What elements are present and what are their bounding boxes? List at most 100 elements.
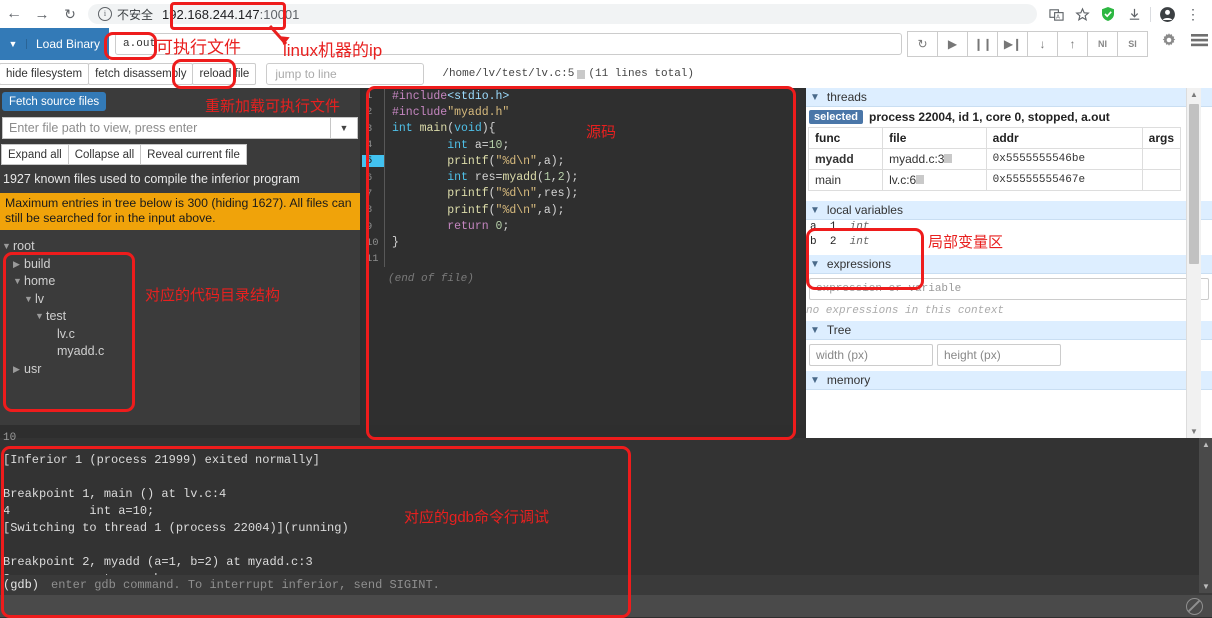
tree-item-lv-c[interactable]: lv.c (2, 326, 360, 344)
line-number[interactable]: 5 (362, 155, 384, 168)
reload-target-button[interactable]: ↻ (907, 31, 938, 57)
chevron-right-icon[interactable]: ▶ (13, 256, 24, 274)
cell-addr[interactable]: 0x5555555546be (985, 148, 1143, 170)
expand-all-button[interactable]: Expand all (1, 144, 69, 165)
line-number[interactable]: 10 (362, 237, 384, 249)
reveal-current-file-button[interactable]: Reveal current file (140, 144, 247, 165)
tree-height-input[interactable]: height (px) (937, 344, 1061, 366)
step-out-button[interactable]: ↑ (1057, 31, 1088, 57)
memory-section-header[interactable]: ▼ memory (806, 371, 1212, 390)
bookmark-star-icon[interactable] (1069, 1, 1095, 27)
reload-icon[interactable]: ↻ (56, 0, 84, 28)
chevron-down-icon[interactable]: ▼ (810, 259, 820, 270)
source-line[interactable]: 5 printf("%d\n",a); (362, 153, 804, 170)
tree-item-usr[interactable]: ▶ usr (2, 361, 360, 379)
kebab-menu-icon[interactable]: ⋮ (1180, 1, 1206, 27)
cell-file[interactable]: myadd.c:3 (882, 148, 987, 170)
cell-file[interactable]: lv.c:6 (882, 169, 987, 191)
chevron-down-icon[interactable]: ▼ (13, 273, 24, 291)
table-row[interactable]: main lv.c:6 0x55555555467e (807, 169, 1182, 191)
scroll-down-arrow-icon[interactable]: ▼ (1202, 582, 1210, 591)
collapse-all-button[interactable]: Collapse all (67, 144, 142, 165)
gear-icon[interactable] (1156, 28, 1182, 52)
tree-section-header[interactable]: ▼ Tree (806, 321, 1212, 340)
source-line[interactable]: 4 int a=10; (362, 136, 804, 154)
profile-avatar-icon[interactable] (1154, 1, 1180, 27)
scroll-up-arrow-icon[interactable]: ▲ (1202, 440, 1210, 449)
line-number[interactable]: 7 (362, 188, 384, 200)
source-line[interactable]: 11 (362, 250, 804, 268)
download-icon[interactable] (1121, 1, 1147, 27)
source-line[interactable]: 7 printf("%d\n",res); (362, 185, 804, 203)
tree-item-myadd-c[interactable]: myadd.c (2, 343, 360, 361)
gdb-command-input[interactable]: enter gdb command. To interrupt inferior… (51, 578, 440, 592)
source-code-viewer[interactable]: 1 #include<stdio.h> 2 #include"myadd.h" 3 int… (362, 88, 804, 425)
step-instruction-button[interactable]: SI (1117, 31, 1148, 57)
tree-item-test[interactable]: ▼ test (2, 308, 360, 326)
source-line[interactable]: 9 return 0; (362, 218, 804, 235)
chevron-down-icon[interactable]: ▼ (810, 375, 820, 386)
source-line[interactable]: 3 int main(void){ (362, 120, 804, 137)
fetch-source-files-button[interactable]: Fetch source files (2, 92, 107, 111)
tree-item-build[interactable]: ▶ build (2, 256, 360, 274)
continue-button[interactable]: ▶ (937, 31, 968, 57)
jump-to-line-input[interactable]: jump to line (266, 63, 425, 85)
line-number[interactable]: 2 (362, 106, 384, 118)
chevron-down-icon[interactable]: ▼ (35, 308, 46, 326)
expressions-section-header[interactable]: ▼ expressions (806, 255, 1212, 274)
right-panel-scrollbar[interactable]: ▲ ▼ (1186, 88, 1201, 438)
table-row[interactable]: myadd myadd.c:3 0x5555555546be (807, 148, 1182, 170)
local-variable-row[interactable]: a 1 int (806, 220, 1212, 235)
reload-file-button[interactable]: reload file (192, 63, 257, 85)
pause-button[interactable]: ❙❙ (967, 31, 998, 57)
source-line[interactable]: 6 int res=myadd(1,2); (362, 169, 804, 186)
chevron-down-icon[interactable]: ▼ (810, 205, 820, 216)
line-number[interactable]: 8 (362, 204, 384, 216)
address-bar[interactable]: i 不安全 192.168.244.147 :10001 (88, 4, 1037, 24)
back-arrow-icon[interactable]: ← (0, 0, 28, 28)
gdb-console[interactable]: 10 [Inferior 1 (process 21999) exited no… (0, 432, 1212, 617)
hamburger-menu-icon[interactable] (1186, 28, 1212, 52)
source-line[interactable]: 2 #include"myadd.h" (362, 104, 804, 121)
source-line[interactable]: 1 #include<stdio.h> (362, 88, 804, 105)
cell-addr[interactable]: 0x55555555467e (985, 169, 1143, 191)
source-line[interactable]: 8 printf("%d\n",a); (362, 202, 804, 219)
chevron-down-icon[interactable]: ▼ (0, 39, 27, 49)
tree-width-input[interactable]: width (px) (809, 344, 933, 366)
fetch-disassembly-button[interactable]: fetch disassembly (88, 63, 194, 85)
chevron-down-icon[interactable]: ▼ (810, 325, 820, 336)
forward-arrow-icon[interactable]: → (28, 0, 56, 28)
hide-filesystem-button[interactable]: hide filesystem (0, 63, 90, 85)
expression-input[interactable]: expression or variable (809, 278, 1209, 300)
file-path-input[interactable]: Enter file path to view, press enter (2, 117, 330, 139)
scroll-down-arrow-icon[interactable]: ▼ (1190, 427, 1198, 436)
threads-section-header[interactable]: ▼ threads (806, 88, 1212, 107)
scroll-up-arrow-icon[interactable]: ▲ (1190, 90, 1198, 99)
line-number[interactable]: 6 (362, 172, 384, 184)
shield-icon[interactable] (1095, 1, 1121, 27)
line-number[interactable]: 4 (362, 139, 384, 151)
chevron-down-icon[interactable]: ▼ (330, 117, 358, 139)
line-number[interactable]: 3 (362, 123, 384, 135)
line-number[interactable]: 11 (362, 253, 384, 265)
chevron-down-icon[interactable]: ▼ (24, 291, 35, 309)
gdb-command-bar[interactable]: (gdb) enter gdb command. To interrupt in… (0, 575, 1212, 595)
line-number[interactable]: 1 (362, 90, 384, 102)
translate-icon[interactable]: A (1043, 1, 1069, 27)
load-binary-button[interactable]: Load Binary (27, 37, 109, 51)
selected-thread-row[interactable]: selected process 22004, id 1, core 0, st… (806, 107, 1212, 127)
local-variables-section-header[interactable]: ▼ local variables (806, 201, 1212, 220)
line-number[interactable]: 9 (362, 221, 384, 233)
scrollbar-thumb[interactable] (1189, 104, 1199, 264)
step-over-button[interactable]: ▶❙ (997, 31, 1028, 57)
next-instruction-button[interactable]: NI (1087, 31, 1118, 57)
source-line[interactable]: 10} (362, 234, 804, 251)
local-variable-row[interactable]: b 2 int (806, 235, 1212, 250)
chevron-right-icon[interactable]: ▶ (13, 361, 24, 379)
tree-item-root[interactable]: ▼ root (2, 238, 360, 256)
chevron-down-icon[interactable]: ▼ (2, 238, 13, 256)
console-scrollbar[interactable]: ▲ ▼ (1199, 438, 1212, 593)
step-into-button[interactable]: ↓ (1027, 31, 1058, 57)
site-info-icon[interactable]: i (98, 7, 112, 21)
chevron-down-icon[interactable]: ▼ (810, 92, 820, 103)
